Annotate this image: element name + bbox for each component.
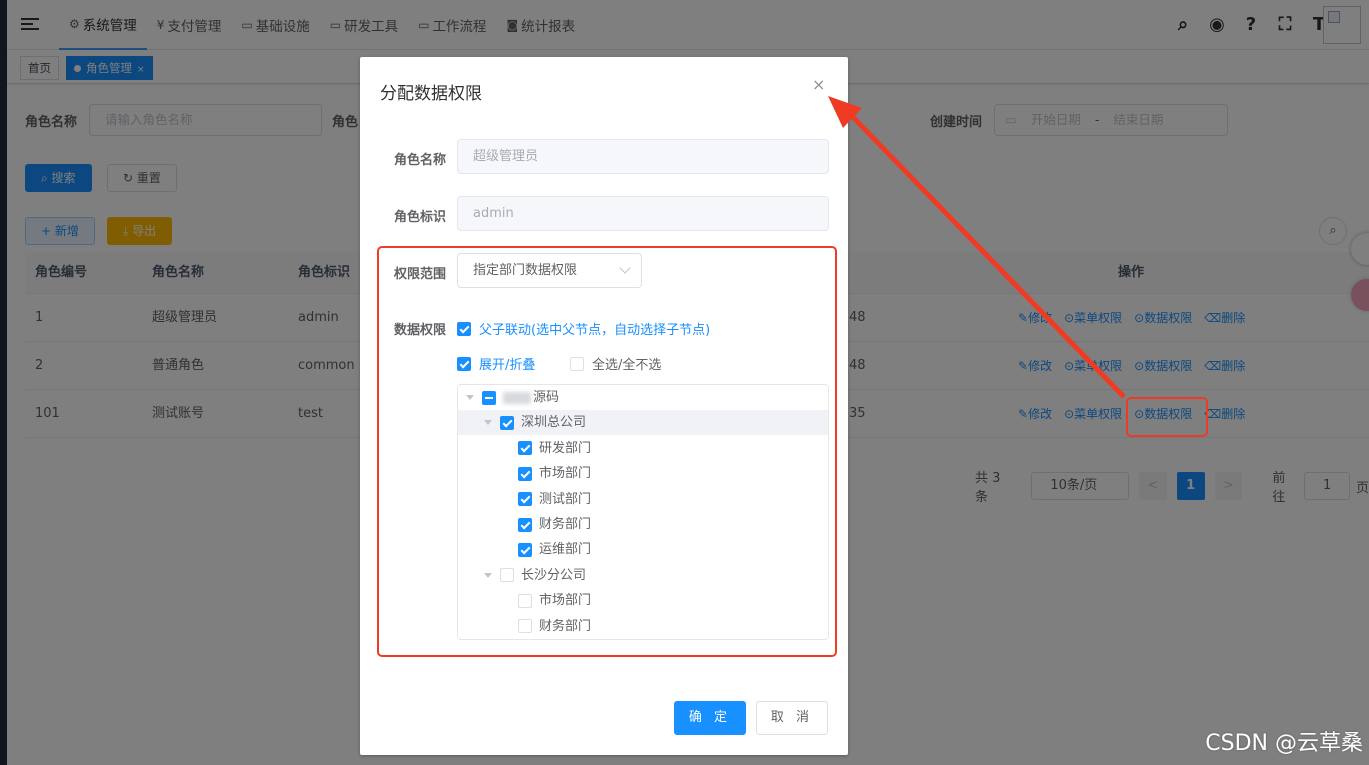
cancel-button[interactable]: 取 消 <box>756 701 828 735</box>
confirm-button[interactable]: 确 定 <box>674 701 746 735</box>
close-icon[interactable]: × <box>812 75 825 94</box>
dialog-title: 分配数据权限 <box>380 84 482 104</box>
role-name-field: 超级管理员 <box>457 139 829 174</box>
role-key-field: admin <box>457 196 829 231</box>
annotation-box-data-scope <box>377 246 837 657</box>
role-key-label: 角色标识 <box>393 210 446 225</box>
role-name-label: 角色名称 <box>393 153 446 168</box>
annotation-box-data-permission-button <box>1126 397 1208 437</box>
watermark: CSDN @云草桑 <box>1205 731 1363 756</box>
